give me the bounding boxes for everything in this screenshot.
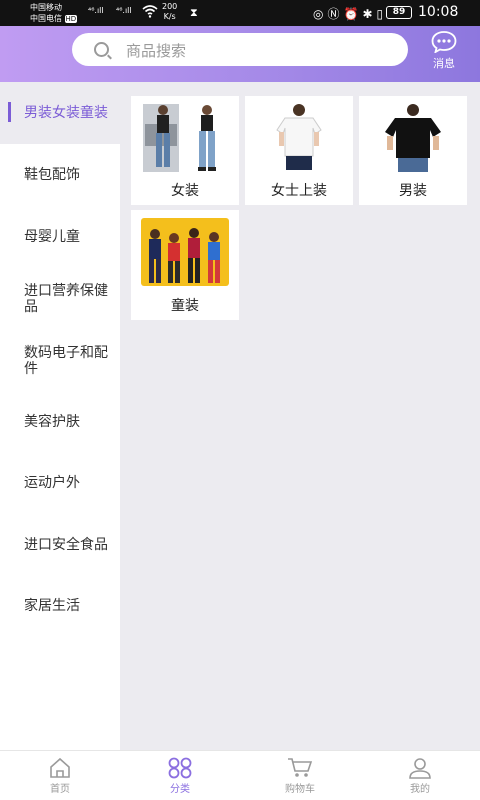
- signal-icon: ⁴⁶.ıll: [88, 6, 104, 15]
- tab-mine[interactable]: 我的: [360, 751, 480, 800]
- sidebar-item-home[interactable]: 家居生活: [0, 586, 120, 626]
- speed-unit: K/s: [163, 12, 176, 21]
- search-input[interactable]: 商品搜索: [72, 33, 408, 66]
- carrier-1: 中国移动: [30, 3, 62, 12]
- women-tops-image: [255, 104, 343, 172]
- tab-label: 首页: [50, 784, 70, 795]
- kids-clothing-image: [141, 218, 229, 286]
- category-card-kids[interactable]: 童装: [131, 210, 239, 320]
- sidebar-item-mother-baby[interactable]: 母婴儿童: [0, 217, 120, 257]
- tab-home[interactable]: 首页: [0, 751, 120, 800]
- sidebar-item-sports[interactable]: 运动户外: [0, 463, 120, 503]
- status-bar: 中国移动 中国电信 HD ⁴⁶.ıll ⁴⁶.ıll 200 K/s ⧗ ◎Ⓝ⏰…: [0, 0, 480, 26]
- sidebar-item-label: 美容护肤: [24, 414, 80, 430]
- search-placeholder: 商品搜索: [126, 42, 187, 60]
- carrier-2: 中国电信: [30, 14, 62, 23]
- category-label: 女士上装: [271, 183, 327, 199]
- sidebar-item-label: 母婴儿童: [24, 229, 80, 245]
- sidebar-item-beauty[interactable]: 美容护肤: [0, 402, 120, 442]
- sidebar-item-label: 进口安全食品: [24, 537, 108, 553]
- sidebar-item-label: 鞋包配饰: [24, 167, 80, 183]
- category-card-women-tops[interactable]: 女士上装: [245, 96, 353, 205]
- hd-badge: HD: [64, 15, 78, 23]
- search-icon: [94, 42, 109, 57]
- speed-value: 200: [162, 2, 178, 11]
- tab-label: 购物车: [285, 784, 315, 795]
- bottom-tab-bar: 首页 分类 购物车 我的: [0, 750, 480, 800]
- alarm-icon: ⏰: [343, 7, 363, 21]
- eye-comfort-icon: ◎: [313, 7, 328, 21]
- sidebar-item-clothing[interactable]: 男装女装童装: [0, 82, 120, 144]
- tab-label: 我的: [410, 784, 430, 795]
- message-button[interactable]: 消息: [426, 31, 462, 71]
- tab-cart[interactable]: 购物车: [240, 751, 360, 800]
- chat-bubble-icon: [431, 31, 457, 53]
- carrier-info: 中国移动 中国电信 HD: [30, 2, 78, 25]
- sidebar-item-label: 家居生活: [24, 598, 80, 614]
- nfc-icon: Ⓝ: [327, 7, 344, 21]
- message-label: 消息: [433, 57, 455, 70]
- sidebar-item-food[interactable]: 进口安全食品: [0, 525, 120, 565]
- sidebar-item-shoes-bags[interactable]: 鞋包配饰: [0, 155, 120, 195]
- women-clothing-image: [141, 104, 229, 172]
- app-header: 商品搜索 消息: [0, 26, 480, 82]
- sidebar-item-label: 数码电子和配件: [24, 345, 108, 377]
- sidebar-item-label: 运动户外: [24, 475, 80, 491]
- sidebar-item-digital[interactable]: 数码电子和配件: [0, 341, 120, 381]
- clock: 10:08: [418, 4, 459, 20]
- sidebar-item-label: 进口营养保健品: [24, 283, 108, 315]
- tab-category[interactable]: 分类: [120, 751, 240, 800]
- category-label: 童装: [171, 298, 199, 314]
- sidebar-item-health[interactable]: 进口营养保健品: [0, 279, 120, 319]
- category-label: 男装: [399, 183, 427, 199]
- system-icons: ◎Ⓝ⏰✱▯: [313, 5, 387, 22]
- category-label: 女装: [171, 183, 199, 199]
- wifi-icon: [142, 4, 158, 22]
- sidebar-item-label: 男装女装童装: [24, 105, 108, 121]
- category-sidebar: 男装女装童装 鞋包配饰 母婴儿童 进口营养保健品 数码电子和配件 美容护肤 运动…: [0, 82, 120, 750]
- men-clothing-image: [369, 104, 457, 172]
- tab-label: 分类: [170, 784, 190, 795]
- user-icon: [409, 758, 431, 779]
- signal-icon-2: ⁴⁶.ıll: [116, 6, 132, 15]
- bluetooth-icon: ✱: [362, 7, 377, 21]
- hourglass-icon: ⧗: [190, 6, 198, 19]
- category-grid-icon: [168, 757, 192, 779]
- network-speed: 200 K/s: [162, 2, 177, 22]
- battery-icon: 89: [386, 6, 412, 19]
- home-icon: [50, 757, 70, 778]
- shopping-cart-icon: [288, 758, 313, 777]
- category-card-men[interactable]: 男装: [359, 96, 467, 205]
- category-card-women[interactable]: 女装: [131, 96, 239, 205]
